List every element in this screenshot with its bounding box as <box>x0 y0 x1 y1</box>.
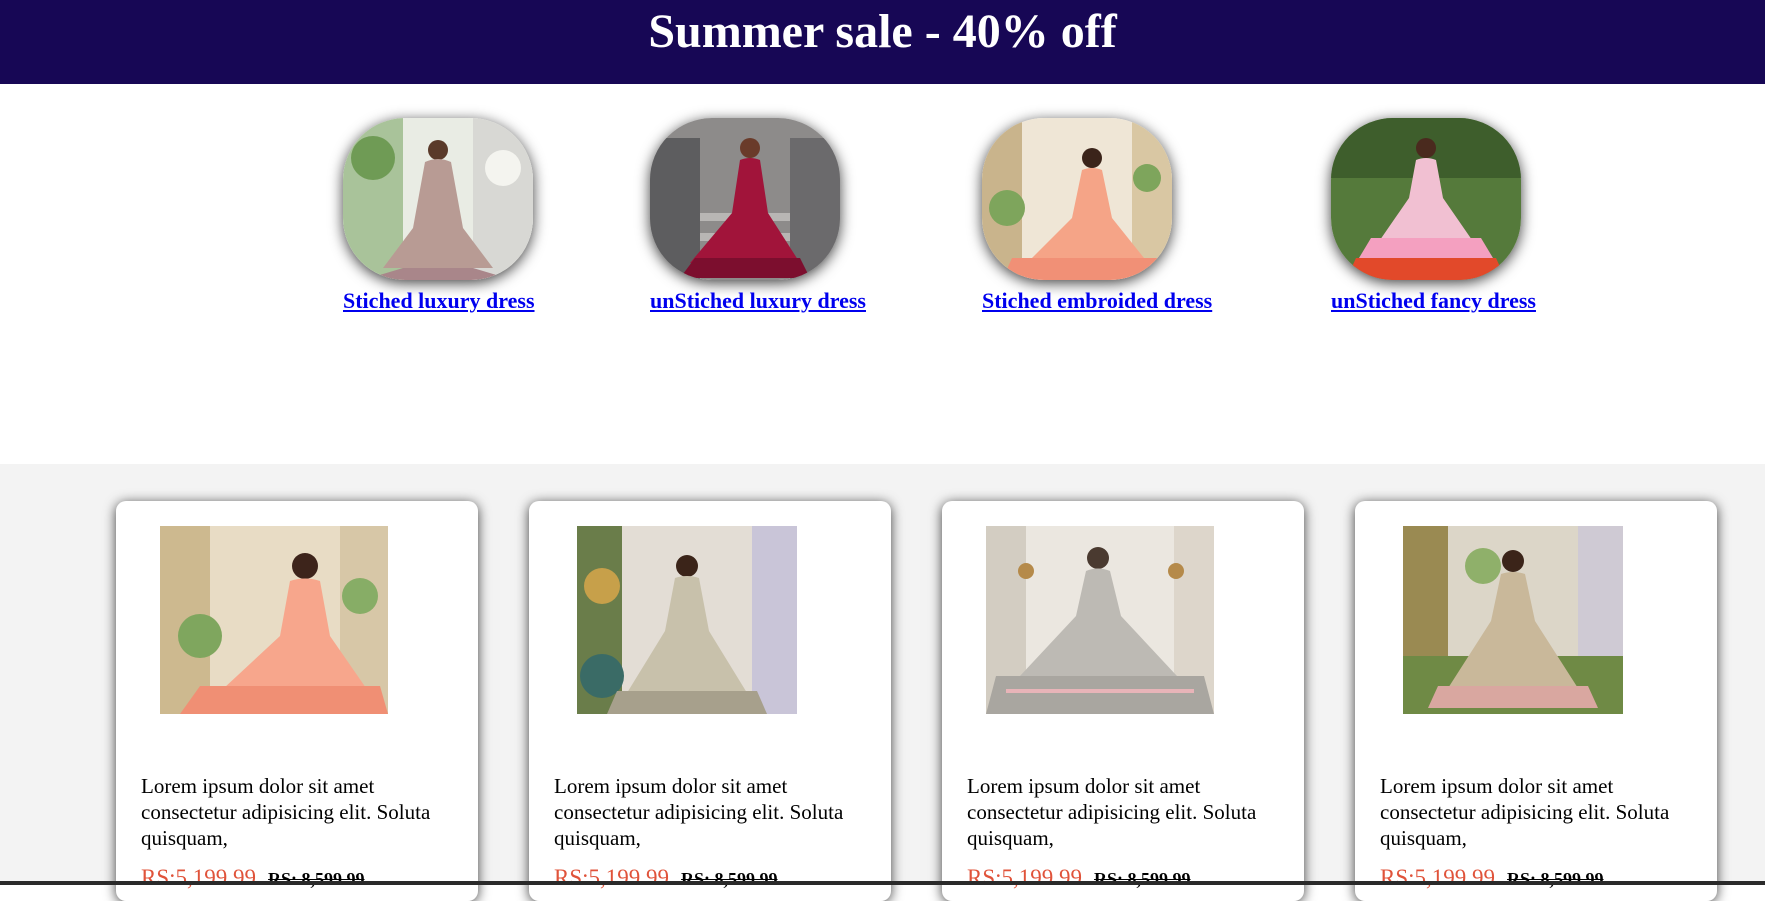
product-card[interactable]: Lorem ipsum dolor sit amet consectetur a… <box>1355 501 1717 901</box>
category-link[interactable]: Stiched embroided dress <box>982 288 1212 314</box>
product-description: Lorem ipsum dolor sit amet consectetur a… <box>1380 774 1670 850</box>
product-section: Lorem ipsum dolor sit amet consectetur a… <box>0 464 1765 901</box>
product-old-price: RS: 8,599.99 <box>681 869 778 889</box>
category-link[interactable]: Stiched luxury dress <box>343 288 535 314</box>
product-image[interactable] <box>986 526 1214 714</box>
product-price: RS:5,199.99 <box>967 865 1083 890</box>
sale-banner: Summer sale - 40% off <box>0 0 1765 84</box>
product-card[interactable]: Lorem ipsum dolor sit amet consectetur a… <box>529 501 891 901</box>
product-image[interactable] <box>577 526 797 714</box>
category-image[interactable] <box>982 118 1172 280</box>
category-link[interactable]: unStiched fancy dress <box>1331 288 1536 314</box>
product-image[interactable] <box>1403 526 1623 714</box>
category-item[interactable]: Stiched embroided dress <box>982 118 1212 314</box>
category-section: Stiched luxury dress unStiched luxury dr… <box>0 84 1765 464</box>
sale-title: Summer sale - 40% off <box>648 5 1117 58</box>
product-card[interactable]: Lorem ipsum dolor sit amet consectetur a… <box>116 501 478 901</box>
product-old-price: RS: 8,599.99 <box>268 869 365 889</box>
product-price-row: RS:5,199.99 RS: 8,599.99 <box>554 865 778 891</box>
category-item[interactable]: unStiched fancy dress <box>1331 118 1536 314</box>
product-price-row: RS:5,199.99 RS: 8,599.99 <box>1380 865 1604 891</box>
product-description: Lorem ipsum dolor sit amet consectetur a… <box>967 774 1257 850</box>
window-bottom-edge <box>0 881 1765 885</box>
product-price-row: RS:5,199.99 RS: 8,599.99 <box>141 865 365 891</box>
product-price: RS:5,199.99 <box>141 865 257 890</box>
category-image[interactable] <box>650 118 840 280</box>
category-link[interactable]: unStiched luxury dress <box>650 288 866 314</box>
product-old-price: RS: 8,599.99 <box>1507 869 1604 889</box>
product-image[interactable] <box>160 526 388 714</box>
category-image[interactable] <box>343 118 533 280</box>
category-item[interactable]: Stiched luxury dress <box>343 118 535 314</box>
product-description: Lorem ipsum dolor sit amet consectetur a… <box>141 774 431 850</box>
product-old-price: RS: 8,599.99 <box>1094 869 1191 889</box>
product-price: RS:5,199.99 <box>1380 865 1496 890</box>
product-price-row: RS:5,199.99 RS: 8,599.99 <box>967 865 1191 891</box>
product-card[interactable]: Lorem ipsum dolor sit amet consectetur a… <box>942 501 1304 901</box>
product-price: RS:5,199.99 <box>554 865 670 890</box>
product-description: Lorem ipsum dolor sit amet consectetur a… <box>554 774 844 850</box>
category-image[interactable] <box>1331 118 1521 280</box>
category-item[interactable]: unStiched luxury dress <box>650 118 866 314</box>
